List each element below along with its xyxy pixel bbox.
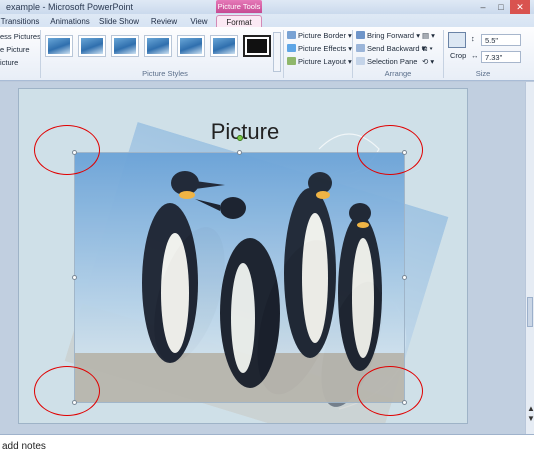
slide-editing-area: Picture bbox=[0, 82, 525, 434]
crop-button[interactable]: Crop bbox=[450, 51, 466, 60]
picture-layout-icon bbox=[287, 57, 296, 65]
bring-forward-button[interactable]: Bring Forward ▾ bbox=[356, 31, 420, 40]
group-icon[interactable]: ⧉ ▾ bbox=[422, 44, 433, 54]
bring-forward-icon bbox=[356, 31, 365, 39]
picture-layout-button[interactable]: Picture Layout ▾ bbox=[287, 57, 352, 66]
close-icon[interactable]: ✕ bbox=[510, 0, 530, 14]
ribbon-separator bbox=[443, 30, 444, 78]
picture-effects-button[interactable]: Picture Effects ▾ bbox=[287, 44, 352, 53]
picture-style-thumb[interactable] bbox=[177, 35, 205, 57]
picture-border-icon bbox=[287, 31, 296, 39]
picture-style-thumb[interactable] bbox=[144, 35, 172, 57]
height-field[interactable]: 5.5" bbox=[481, 34, 521, 46]
resize-handle-left[interactable] bbox=[72, 275, 77, 280]
gallery-scroll[interactable] bbox=[273, 32, 281, 72]
next-slide-icon[interactable]: ▼ bbox=[527, 414, 534, 423]
picture-style-thumb[interactable] bbox=[210, 35, 238, 57]
send-backward-icon bbox=[356, 44, 365, 52]
ribbon-separator bbox=[283, 30, 284, 78]
annotation-circle bbox=[357, 366, 423, 416]
minimize-icon[interactable]: – bbox=[474, 0, 492, 14]
window-title: example - Microsoft PowerPoint bbox=[6, 2, 134, 12]
annotation-circle bbox=[34, 366, 100, 416]
ribbon-separator bbox=[352, 30, 353, 78]
resize-handle-right[interactable] bbox=[402, 275, 407, 280]
title-bar: example - Microsoft PowerPoint Picture T… bbox=[0, 0, 534, 15]
width-field[interactable]: 7.33" bbox=[481, 51, 521, 63]
compress-pictures-button[interactable]: ess Pictures bbox=[0, 32, 41, 41]
ribbon-tabs: Transitions Animations Slide Show Review… bbox=[0, 14, 534, 28]
previous-slide-icon[interactable]: ▲ bbox=[527, 404, 534, 413]
picture-style-thumb-selected[interactable] bbox=[243, 35, 271, 57]
notes-placeholder: add notes bbox=[2, 441, 46, 452]
slide-canvas[interactable]: Picture bbox=[18, 88, 468, 424]
rotate-icon[interactable]: ⟲ ▾ bbox=[422, 57, 434, 66]
width-icon: ↔ bbox=[471, 51, 479, 60]
selection-pane-button[interactable]: Selection Pane bbox=[356, 57, 417, 66]
crop-icon[interactable] bbox=[448, 32, 466, 48]
height-icon: ↕ bbox=[471, 34, 475, 43]
vertical-scrollbar[interactable] bbox=[525, 82, 534, 434]
penguins-image bbox=[75, 153, 404, 402]
reset-picture-button[interactable]: icture bbox=[0, 58, 18, 67]
scrollbar-thumb[interactable] bbox=[527, 297, 533, 327]
notes-pane[interactable]: add notes bbox=[0, 434, 534, 460]
send-backward-button[interactable]: Send Backward ▾ bbox=[356, 44, 425, 53]
maximize-icon[interactable]: □ bbox=[492, 0, 510, 14]
annotation-circle bbox=[357, 125, 423, 175]
picture-border-button[interactable]: Picture Border ▾ bbox=[287, 31, 352, 40]
picture-styles-group-label: Picture Styles bbox=[142, 69, 188, 78]
change-picture-button[interactable]: e Picture bbox=[0, 45, 30, 54]
slide-title[interactable]: Picture bbox=[185, 119, 305, 145]
arrange-group-label: Arrange bbox=[384, 69, 412, 78]
picture-tools-context-tab: Picture Tools bbox=[216, 0, 262, 13]
size-group-label: Size bbox=[475, 69, 491, 78]
picture-style-thumb[interactable] bbox=[78, 35, 106, 57]
ribbon-separator bbox=[40, 30, 41, 78]
resize-handle-top[interactable] bbox=[237, 150, 242, 155]
align-icon[interactable]: ▤ ▾ bbox=[422, 31, 435, 40]
selected-picture[interactable] bbox=[74, 152, 405, 403]
picture-style-thumb[interactable] bbox=[111, 35, 139, 57]
picture-effects-icon bbox=[287, 44, 296, 52]
annotation-circle bbox=[34, 125, 100, 175]
ribbon: ess Pictures e Picture icture Picture St… bbox=[0, 27, 534, 81]
rotation-handle[interactable] bbox=[237, 135, 243, 141]
picture-style-thumb[interactable] bbox=[45, 35, 73, 57]
selection-pane-icon bbox=[356, 57, 365, 65]
